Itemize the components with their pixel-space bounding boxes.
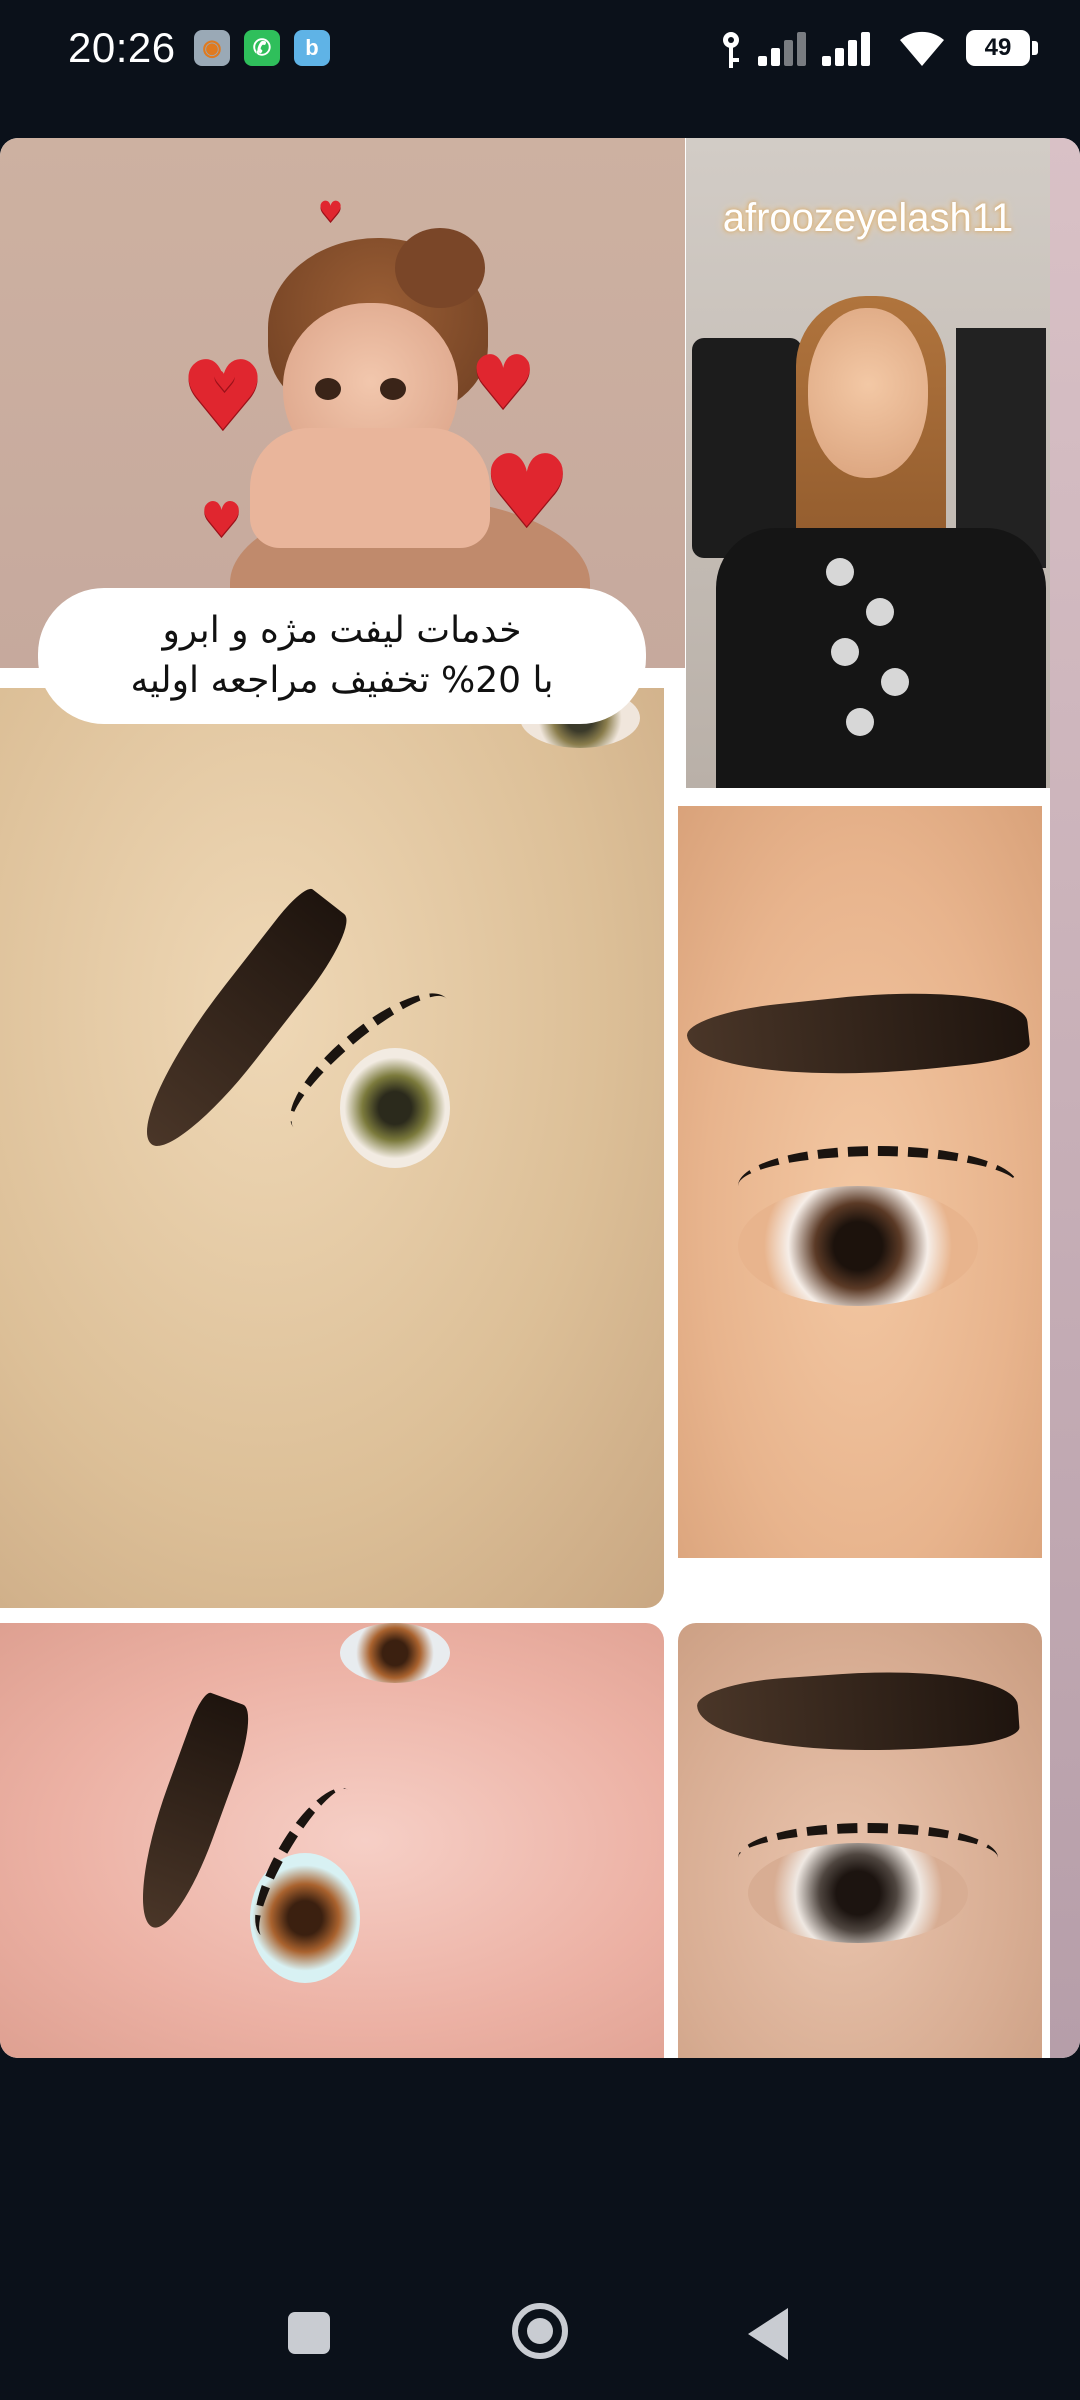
heart-icon: ♥	[200, 492, 244, 548]
profile-photo[interactable]: afroozeyelash11	[686, 138, 1050, 788]
shirt-dot	[866, 598, 894, 626]
profile-face	[808, 308, 928, 478]
promo-line-services: خدمات لیفت مژه و ابرو	[162, 610, 522, 651]
recent-apps-button[interactable]	[288, 2312, 330, 2354]
salon-chair	[692, 338, 802, 558]
battery-tip	[1032, 41, 1038, 55]
profile-shirt	[716, 528, 1046, 788]
eye	[340, 1623, 450, 1683]
status-bar: 20:26 ◉ ✆ b 49	[0, 0, 1080, 100]
promo-line-discount: با 20% تخفیف مراجعه اولیه	[130, 660, 554, 701]
eyebrow-lift-image-3[interactable]	[0, 1623, 664, 2058]
heart-icon: ♥	[482, 433, 572, 550]
heart-icon: ♥	[212, 365, 238, 398]
shirt-dot	[881, 668, 909, 696]
eyebrow	[684, 978, 1032, 1094]
profile-handle: afroozeyelash11	[722, 196, 1014, 240]
eyebrow-lift-image-4[interactable]	[678, 1623, 1042, 2058]
battery-icon: 49	[966, 30, 1030, 66]
key-icon	[723, 32, 739, 68]
messenger-app-icon: b	[294, 30, 330, 66]
home-icon	[527, 2318, 553, 2344]
back-button[interactable]	[748, 2308, 788, 2360]
cartoon-eye	[315, 378, 341, 400]
post-collage[interactable]: ♥ ♥ ♥ ♥ ♥ ♥ afroozeyelash11 خدمات لیفت م…	[0, 138, 1080, 2058]
shirt-dot	[831, 638, 859, 666]
eyebrow	[695, 1661, 1021, 1765]
navigation-bar	[0, 2200, 1080, 2400]
cartoon-eye	[380, 378, 406, 400]
eyebrow	[120, 1689, 260, 1937]
signal-icon	[822, 32, 876, 66]
vpn-app-icon: ◉	[194, 30, 230, 66]
phone-app-icon: ✆	[244, 30, 280, 66]
wifi-icon	[900, 31, 944, 66]
battery-level: 49	[984, 34, 1012, 61]
eyelashes	[738, 1146, 1018, 1226]
promo-caption: خدمات لیفت مژه و ابرو با 20% تخفیف مراجع…	[38, 588, 646, 724]
eyebrow-lift-image-1[interactable]	[0, 688, 664, 1608]
heart-icon: ♥	[470, 340, 537, 426]
cartoon-hands	[250, 428, 490, 548]
status-time: 20:26	[68, 24, 176, 71]
heart-icon: ♥	[318, 195, 344, 228]
home-button[interactable]	[512, 2303, 568, 2359]
system-icons: 49	[680, 0, 1080, 100]
cartoon-hair-bun	[395, 228, 485, 308]
signal-icon	[758, 32, 812, 66]
shirt-dot	[846, 708, 874, 736]
eyebrow-lift-image-2[interactable]	[678, 806, 1042, 1558]
adjacent-image-edge	[1050, 138, 1080, 2058]
shirt-dot	[826, 558, 854, 586]
eyelashes	[738, 1823, 998, 1893]
